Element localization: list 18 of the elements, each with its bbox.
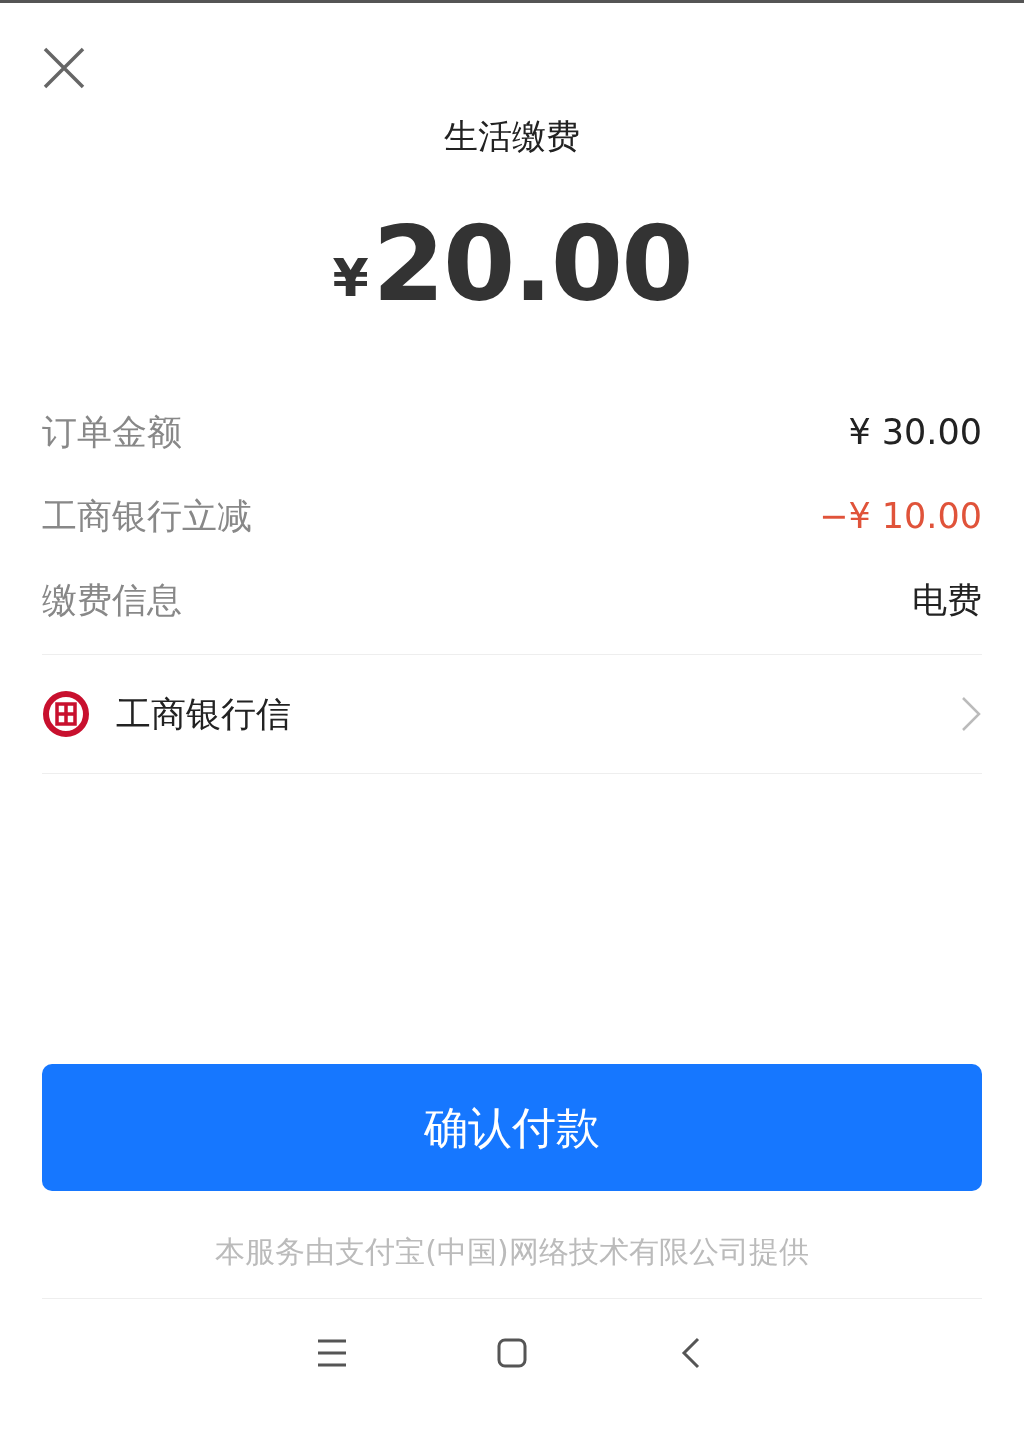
payment-amount: 20.00 [372, 212, 692, 316]
menu-button[interactable] [316, 1337, 348, 1369]
close-button[interactable] [42, 46, 86, 90]
chevron-icon [960, 696, 982, 732]
detail-label: 工商银行立减 [42, 494, 252, 538]
home-button[interactable] [496, 1337, 528, 1369]
payment-method-row[interactable]: 工商银行信 [42, 654, 982, 774]
detail-value: −¥ 10.00 [819, 494, 982, 538]
provider-note: 本服务由支付宝(中国)网络技术有限公司提供 [42, 1229, 982, 1299]
currency-symbol: ¥ [332, 252, 369, 304]
detail-label: 缴费信息 [42, 578, 182, 622]
page-title: 生活缴费 [443, 115, 581, 158]
confirm-payment-button[interactable]: 确认付款 [42, 1064, 982, 1191]
detail-value: ¥ 30.00 [848, 410, 982, 454]
detail-label: 订单金额 [42, 410, 182, 454]
detail-value: 电费 [912, 578, 982, 622]
payment-method-name: 工商银行信 [116, 692, 292, 736]
bank-logo-icon [42, 690, 90, 738]
